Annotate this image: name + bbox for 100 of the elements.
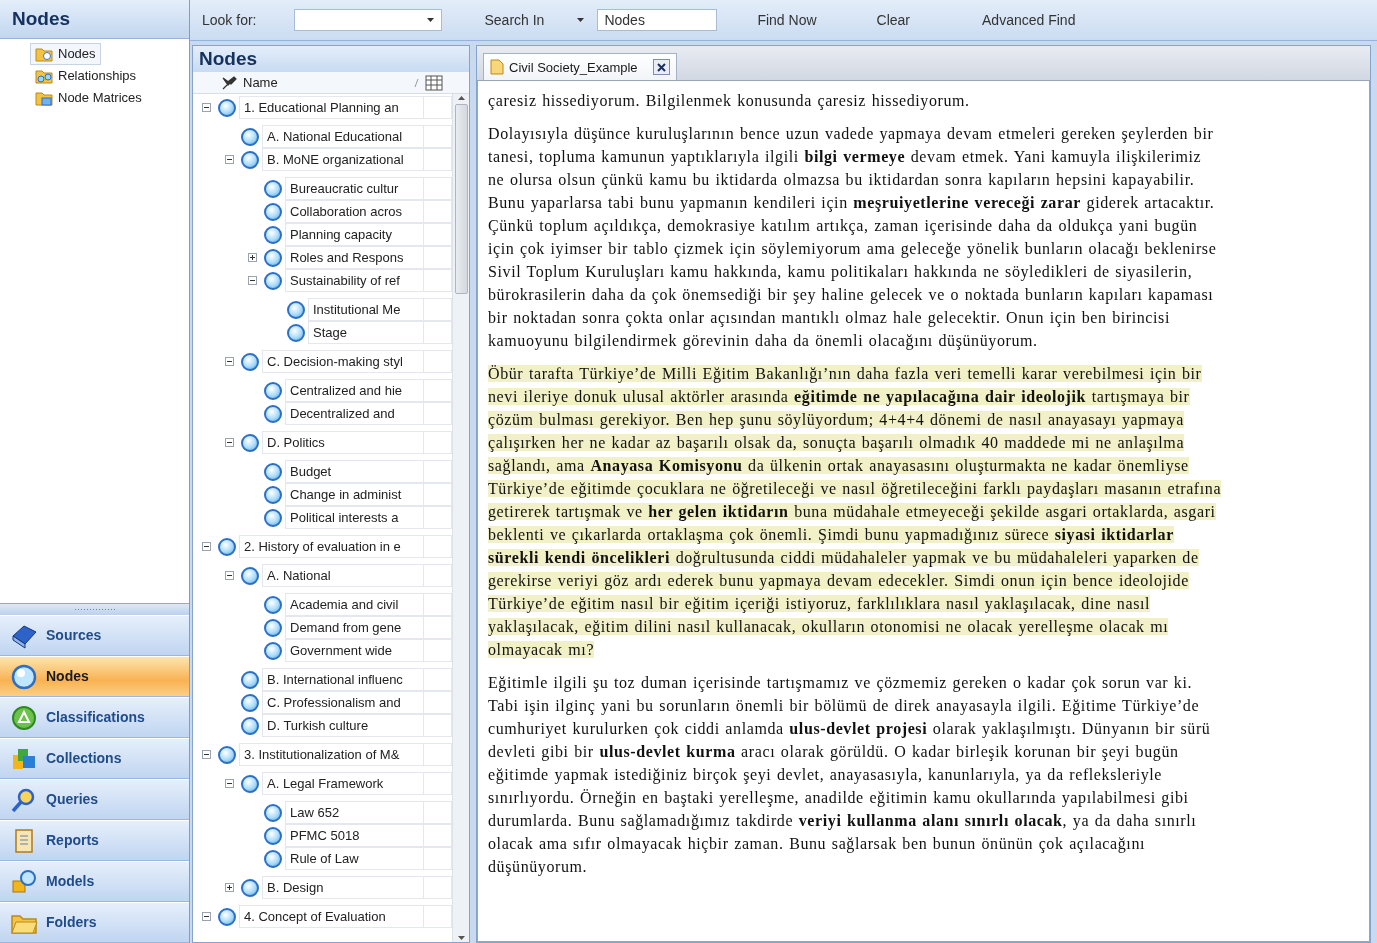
dropdown-caret-icon[interactable] — [426, 17, 436, 23]
paragraph: Eğitimle ilgili şu toz duman içerisinde tartışmamız ve çözmemiz gereken o kadar çok sorun var ki. Tabi işin ilginç yani bu sorunların önemli bir bölümü de direk anayasayla ilgili. Eğitime Türkiye’de cumhuriyet kurulurken çok ciddi anlamda ulus-devlet projesi olarak yaklaşılmıştı. Dünyanın bir sürü devleti gibi bir ulus-devlet kurma aracı olarak görüldü. O kadar birleşik korunan bir şeyi bugün eğitimde yapmak istediğiniz birçok şeyi devlet, anayasasıyla, kanunlarıyla, ya da refleksleriyle sınırlıyordu. Örneğin en baştaki yerelleşme, anadilde eğitimin kamu okullarında yapılabilmesi gibi durumlarda. Bunu sağlamadığımız takdirde veriyi kullanma alanı sınırlı olacak, ya da daha sınırlı olacak ama sıfır olmayacak hiçbir zaman. Bunu sağlarsak ben bunun önünün çok açılacağını düşünüyorum. — [488, 673, 1212, 878]
node-name[interactable]: PFMC 5018 — [285, 824, 424, 847]
grid-icon[interactable] — [425, 74, 443, 91]
search-field[interactable] — [294, 9, 443, 31]
dropdown-caret-icon[interactable] — [576, 17, 586, 23]
node-name[interactable]: Budget — [285, 460, 424, 483]
node-icon — [241, 693, 259, 712]
search-in-button[interactable]: Search In — [478, 7, 551, 33]
expand-icon[interactable] — [225, 883, 234, 892]
node-name[interactable]: Planning capacity — [285, 223, 424, 246]
splitter-handle[interactable] — [0, 603, 189, 615]
scope-field[interactable]: Nodes — [597, 9, 718, 31]
scroll-down-icon[interactable] — [456, 934, 466, 942]
node-name[interactable]: Academia and civil — [285, 593, 424, 616]
node-name[interactable]: 1. Educational Planning an — [239, 96, 424, 119]
node-name[interactable]: Rule of Law — [285, 847, 424, 870]
nav-button[interactable]: Nodes — [0, 656, 189, 697]
node-icon — [264, 618, 282, 637]
scroll-thumb[interactable] — [454, 104, 468, 294]
collapse-icon[interactable] — [225, 779, 234, 788]
node-name[interactable]: Political interests a — [285, 506, 424, 529]
collapse-icon[interactable] — [225, 357, 234, 366]
node-icon — [218, 537, 236, 556]
nav-button[interactable]: Folders — [0, 902, 189, 943]
node-icon — [264, 179, 282, 198]
nav-button[interactable]: Reports — [0, 820, 189, 861]
node-icon — [241, 352, 259, 371]
collapse-icon[interactable] — [248, 276, 257, 285]
node-icon — [241, 670, 259, 689]
close-icon — [656, 62, 666, 72]
node-name[interactable]: Demand from gene — [285, 616, 424, 639]
node-name[interactable]: B. MoNE organizational — [262, 148, 424, 171]
pin-icon[interactable] — [221, 75, 237, 90]
panel-title: Nodes — [193, 46, 469, 72]
node-icon — [241, 774, 259, 793]
column-header[interactable]: Name — [243, 72, 278, 93]
node-icon — [241, 150, 259, 169]
nav-button[interactable]: Queries — [0, 779, 189, 820]
paragraph: çaresiz hissediyorum. Bilgilenmek konusunda çaresiz hissediyorum. — [488, 91, 971, 112]
collapse-icon[interactable] — [225, 155, 234, 164]
node-name[interactable]: Decentralized and — [285, 402, 424, 425]
node-name[interactable]: B. International influenc — [262, 668, 424, 691]
collapse-icon[interactable] — [202, 750, 211, 759]
clear-button[interactable]: Clear — [870, 7, 917, 33]
nav-button[interactable]: Sources — [0, 615, 189, 656]
node-name[interactable]: D. Turkish culture — [262, 714, 424, 737]
close-button[interactable] — [652, 59, 670, 76]
nav-button[interactable]: Collections — [0, 738, 189, 779]
node-name[interactable]: D. Politics — [262, 431, 424, 454]
node-name[interactable]: A. National Educational — [262, 125, 424, 148]
node-name[interactable]: C. Professionalism and — [262, 691, 424, 714]
node-icon — [264, 826, 282, 845]
node-name[interactable]: 3. Institutionalization of M& — [239, 743, 424, 766]
folder-icon — [35, 45, 53, 63]
collapse-icon[interactable] — [202, 542, 211, 551]
node-icon — [241, 433, 259, 452]
node-icon — [264, 849, 282, 868]
field-label: Look for: — [202, 10, 257, 30]
node-icon — [264, 202, 282, 221]
node-name[interactable]: A. National — [262, 564, 424, 587]
node-name[interactable]: Stage — [308, 321, 424, 344]
node-name[interactable]: C. Decision-making styl — [262, 350, 424, 373]
find-now-button[interactable]: Find Now — [751, 7, 823, 33]
node-icon — [241, 566, 259, 585]
nav-button[interactable]: Models — [0, 861, 189, 902]
node-icon — [264, 595, 282, 614]
panel-title: Nodes — [0, 0, 189, 39]
tree-item[interactable]: Node Matrices — [30, 87, 147, 109]
tab-label: Civil Society_Example — [509, 58, 638, 77]
node-icon — [241, 716, 259, 735]
node-icon — [264, 381, 282, 400]
node-name[interactable]: 2. History of evaluation in e — [239, 535, 424, 558]
node-icon — [218, 98, 236, 117]
node-name[interactable]: Change in administ — [285, 483, 424, 506]
node-name[interactable]: Institutional Me — [308, 298, 424, 321]
node-name[interactable]: B. Design — [262, 876, 424, 899]
collapse-icon[interactable] — [202, 103, 211, 112]
node-name[interactable]: Roles and Respons — [285, 246, 424, 269]
node-name[interactable]: Collaboration acros — [285, 200, 424, 223]
node-name[interactable]: 4. Concept of Evaluation — [239, 905, 424, 928]
collapse-icon[interactable] — [225, 571, 234, 580]
advanced-find-button[interactable]: Advanced Find — [976, 7, 1082, 33]
node-icon — [264, 404, 282, 423]
scrollbar[interactable] — [452, 94, 469, 942]
node-icon — [264, 508, 282, 527]
document-tab[interactable]: Civil Society_Example — [483, 52, 677, 81]
collapse-icon[interactable] — [202, 912, 211, 921]
nav-button[interactable]: Classifications — [0, 697, 189, 738]
node-icon — [264, 641, 282, 660]
node-name[interactable]: Law 652 — [285, 801, 424, 824]
node-name[interactable]: Government wide — [285, 639, 424, 662]
tree-item[interactable]: Nodes — [30, 43, 101, 65]
tree-item[interactable]: Relationships — [30, 65, 142, 87]
node-name[interactable]: Sustainability of ref — [285, 269, 424, 292]
node-name[interactable]: Centralized and hie — [285, 379, 424, 402]
collapse-icon[interactable] — [225, 438, 234, 447]
expand-icon[interactable] — [248, 253, 257, 262]
node-name[interactable]: Bureaucratic cultur — [285, 177, 424, 200]
node-name[interactable]: A. Legal Framework — [262, 772, 424, 795]
